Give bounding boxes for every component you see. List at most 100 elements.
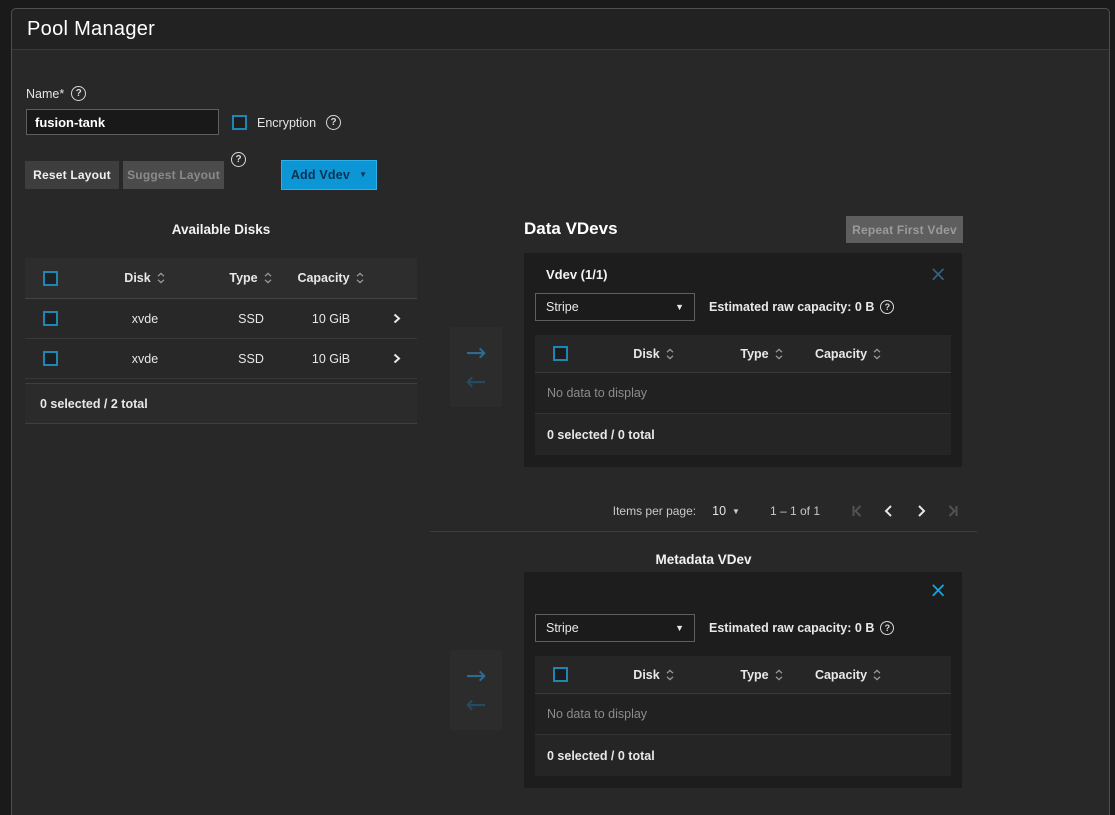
column-header-disk[interactable]: Disk	[585, 347, 723, 361]
expand-row-icon[interactable]	[390, 352, 402, 365]
pagination-controls	[848, 502, 962, 520]
vdev-layout-select[interactable]: Stripe ▼	[535, 614, 695, 642]
select-all-disks-checkbox[interactable]	[43, 271, 58, 286]
data-vdev-footer: 0 selected / 0 total	[535, 414, 951, 455]
metadata-vdev-layout-row: Stripe ▼ Estimated raw capacity: 0 B ?	[535, 614, 951, 642]
available-disks-header: Disk Type Capacity	[25, 258, 417, 299]
type-cell: SSD	[215, 352, 287, 366]
encryption-help-icon[interactable]: ?	[326, 115, 341, 130]
last-page-icon[interactable]	[944, 502, 962, 520]
repeat-first-vdev-button[interactable]: Repeat First Vdev	[846, 216, 963, 243]
metadata-vdev-table-header: Disk Type Capacity	[535, 656, 951, 694]
capacity-cell: 10 GiB	[287, 312, 375, 326]
page-title: Pool Manager	[27, 18, 155, 41]
disk-cell: xvde	[75, 352, 215, 366]
metadata-vdev-footer: 0 selected / 0 total	[535, 735, 951, 776]
capacity-cell: 10 GiB	[287, 352, 375, 366]
select-caret-icon: ▼	[675, 303, 684, 312]
pool-name-input[interactable]	[26, 109, 219, 135]
data-vdev-transfer-arrows: → ←	[450, 327, 502, 407]
section-divider	[430, 531, 977, 532]
select-all-checkbox[interactable]	[553, 667, 568, 682]
data-vdev-table: Disk Type Capacity No data to display 0 …	[535, 335, 951, 455]
metadata-vdev-card-header: ×	[535, 572, 951, 604]
items-per-page-label: Items per page:	[613, 504, 696, 518]
sort-icon[interactable]	[263, 271, 273, 285]
sort-icon[interactable]	[665, 347, 675, 361]
row-checkbox[interactable]	[43, 351, 58, 366]
available-disks-table: Disk Type Capacity xvde SSD 10 GiB	[25, 258, 417, 424]
add-vdev-button[interactable]: Add Vdev ▼	[281, 160, 377, 190]
row-checkbox[interactable]	[43, 311, 58, 326]
column-header-type[interactable]: Type	[723, 347, 801, 361]
select-all-checkbox[interactable]	[553, 346, 568, 361]
column-header-disk[interactable]: Disk	[75, 271, 215, 285]
pool-manager-page: Pool Manager Name* ? Encryption ? Reset …	[0, 0, 1115, 815]
no-data-row: No data to display	[535, 694, 951, 735]
metadata-vdev-card: × Stripe ▼ Estimated raw capacity: 0 B ?…	[524, 572, 962, 788]
available-disks-title: Available Disks	[25, 222, 417, 237]
encryption-label: Encryption	[257, 116, 316, 130]
column-header-capacity[interactable]: Capacity	[287, 271, 375, 285]
estimated-capacity: Estimated raw capacity: 0 B ?	[709, 621, 894, 635]
page-range-label: 1 – 1 of 1	[770, 504, 820, 518]
encryption-row: Encryption ?	[232, 115, 341, 130]
add-vdev-caret-icon: ▼	[359, 171, 367, 179]
first-page-icon[interactable]	[848, 502, 866, 520]
capacity-help-icon[interactable]: ?	[880, 621, 894, 635]
table-row[interactable]: xvde SSD 10 GiB	[25, 299, 417, 339]
vdev-card-title: Vdev (1/1)	[535, 267, 607, 282]
metadata-vdev-transfer-arrows: → ←	[450, 650, 502, 730]
sort-icon[interactable]	[774, 347, 784, 361]
data-vdev-card: Vdev (1/1) × Stripe ▼ Estimated raw capa…	[524, 253, 962, 467]
suggest-layout-help-icon[interactable]: ?	[231, 152, 246, 167]
no-data-row: No data to display	[535, 373, 951, 414]
vdev-layout-value: Stripe	[546, 621, 579, 635]
sort-icon[interactable]	[355, 271, 365, 285]
estimated-capacity: Estimated raw capacity: 0 B ?	[709, 300, 894, 314]
next-page-icon[interactable]	[912, 502, 930, 520]
column-header-type[interactable]: Type	[215, 271, 287, 285]
vdev-layout-select[interactable]: Stripe ▼	[535, 293, 695, 321]
data-vdev-layout-row: Stripe ▼ Estimated raw capacity: 0 B ?	[535, 293, 951, 321]
move-from-vdev-arrow-icon[interactable]: ←	[466, 691, 487, 719]
vdev-layout-value: Stripe	[546, 300, 579, 314]
sort-icon[interactable]	[872, 668, 882, 682]
name-label: Name*	[26, 87, 64, 101]
available-disks-footer: 0 selected / 2 total	[25, 383, 417, 424]
table-row[interactable]: xvde SSD 10 GiB	[25, 339, 417, 379]
items-per-page-caret-icon: ▼	[732, 507, 740, 516]
metadata-vdev-table: Disk Type Capacity No data to display 0 …	[535, 656, 951, 776]
add-vdev-label: Add Vdev	[291, 168, 350, 182]
suggest-layout-button[interactable]: Suggest Layout	[123, 161, 224, 189]
move-to-vdev-arrow-icon[interactable]: →	[466, 662, 487, 690]
sort-icon[interactable]	[872, 347, 882, 361]
name-field-label-row: Name* ?	[26, 86, 86, 101]
dialog-header: Pool Manager	[11, 8, 1110, 50]
metadata-vdev-title: Metadata VDev	[430, 552, 977, 567]
reset-layout-button[interactable]: Reset Layout	[25, 161, 119, 189]
column-header-capacity[interactable]: Capacity	[801, 347, 896, 361]
name-help-icon[interactable]: ?	[71, 86, 86, 101]
capacity-help-icon[interactable]: ?	[880, 300, 894, 314]
previous-page-icon[interactable]	[880, 502, 898, 520]
pagination-bar: Items per page: 10 ▼ 1 – 1 of 1	[524, 495, 962, 527]
type-cell: SSD	[215, 312, 287, 326]
sort-icon[interactable]	[665, 668, 675, 682]
data-vdevs-title: Data VDevs	[524, 219, 618, 239]
select-caret-icon: ▼	[675, 624, 684, 633]
close-vdev-icon[interactable]: ×	[929, 580, 951, 601]
move-from-vdev-arrow-icon[interactable]: ←	[466, 368, 487, 396]
column-header-type[interactable]: Type	[723, 668, 801, 682]
column-header-disk[interactable]: Disk	[585, 668, 723, 682]
column-header-capacity[interactable]: Capacity	[801, 668, 896, 682]
expand-row-icon[interactable]	[390, 312, 402, 325]
data-vdev-card-header: Vdev (1/1) ×	[535, 253, 951, 291]
close-vdev-icon[interactable]: ×	[929, 264, 951, 285]
sort-icon[interactable]	[156, 271, 166, 285]
sort-icon[interactable]	[774, 668, 784, 682]
disk-cell: xvde	[75, 312, 215, 326]
encryption-checkbox[interactable]	[232, 115, 247, 130]
items-per-page-select[interactable]: 10 ▼	[712, 504, 740, 518]
move-to-vdev-arrow-icon[interactable]: →	[466, 339, 487, 367]
